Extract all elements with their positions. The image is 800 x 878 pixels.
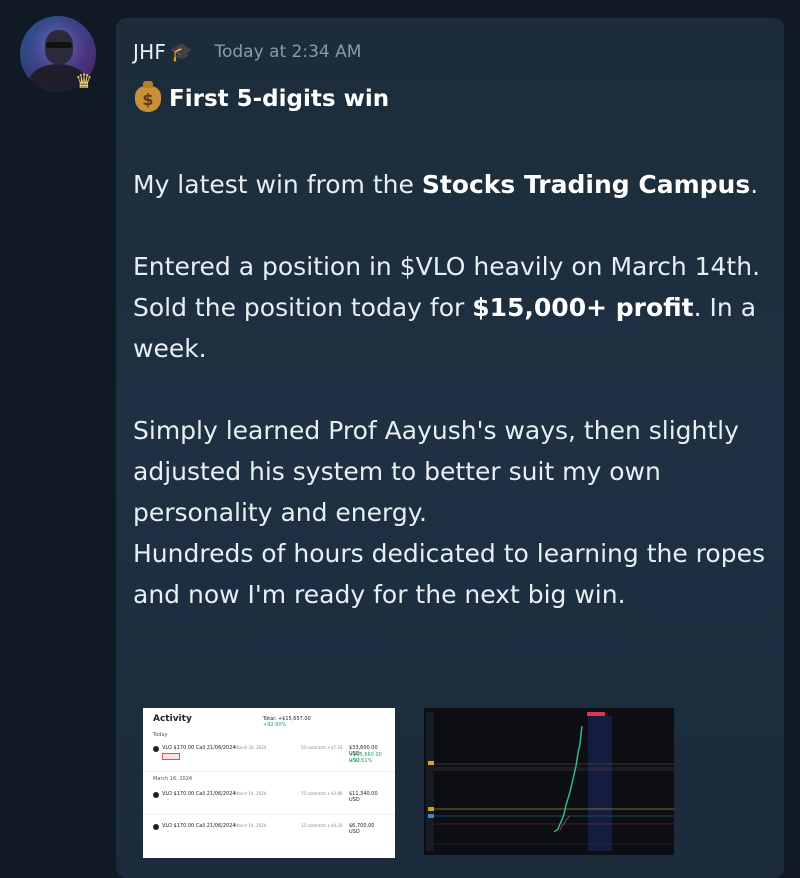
message-body: My latest win from the Stocks Trading Ca… [133,164,773,615]
username[interactable]: JHF [133,40,166,64]
activity-row: VLO $170.00 Call 21/06/2024 March 14, 20… [153,790,385,810]
activity-total: Total: +$15,657.00 +92.90% [263,716,311,728]
paragraph-3-line-2: Hundreds of hours dedicated to learning … [133,539,765,609]
divider [143,771,395,772]
attachment-activity-screenshot[interactable]: Activity Total: +$15,657.00 +92.90% Toda… [143,708,395,858]
bold-profit: $15,000+ profit [472,293,694,322]
ticker-logo-icon [153,746,159,752]
paragraph-3-line-1: Simply learned Prof Aayush's ways, then … [133,416,739,527]
section-today: Today [153,732,168,738]
message-header: JHF 🎓 Today at 2:34 AM [133,40,361,64]
ticker-logo-icon [153,792,159,798]
activity-row: VLO $170.00 Call 21/06/2024 March 20, 20… [153,744,385,764]
attachment-chart-screenshot[interactable] [424,708,674,855]
money-bag-icon: $ [135,81,161,112]
avatar-glasses [46,42,72,48]
graduation-cap-icon: 🎓 [170,41,193,63]
activity-title: Activity [153,714,192,724]
divider [143,814,395,815]
section-march: March 16, 2024 [153,776,193,782]
sell-badge [162,753,180,760]
message-title-text: First 5-digits win [169,86,390,112]
price-chart-graphic [424,708,674,855]
bold-campus: Stocks Trading Campus [421,170,751,199]
message-timestamp: Today at 2:34 AM [214,42,362,62]
activity-row: VLO $170.00 Call 21/06/2024 March 14, 20… [153,822,385,842]
ticker-logo-icon [153,824,159,830]
paragraph-2-line-2: Sold the position today for $15,000+ pro… [133,293,757,363]
paragraph-2-line-1: Entered a position in $VLO heavily on Ma… [133,252,761,281]
message-title: $ First 5-digits win [135,81,390,112]
crown-icon: ♛ [75,69,93,93]
paragraph-1: My latest win from the Stocks Trading Ca… [133,170,759,199]
